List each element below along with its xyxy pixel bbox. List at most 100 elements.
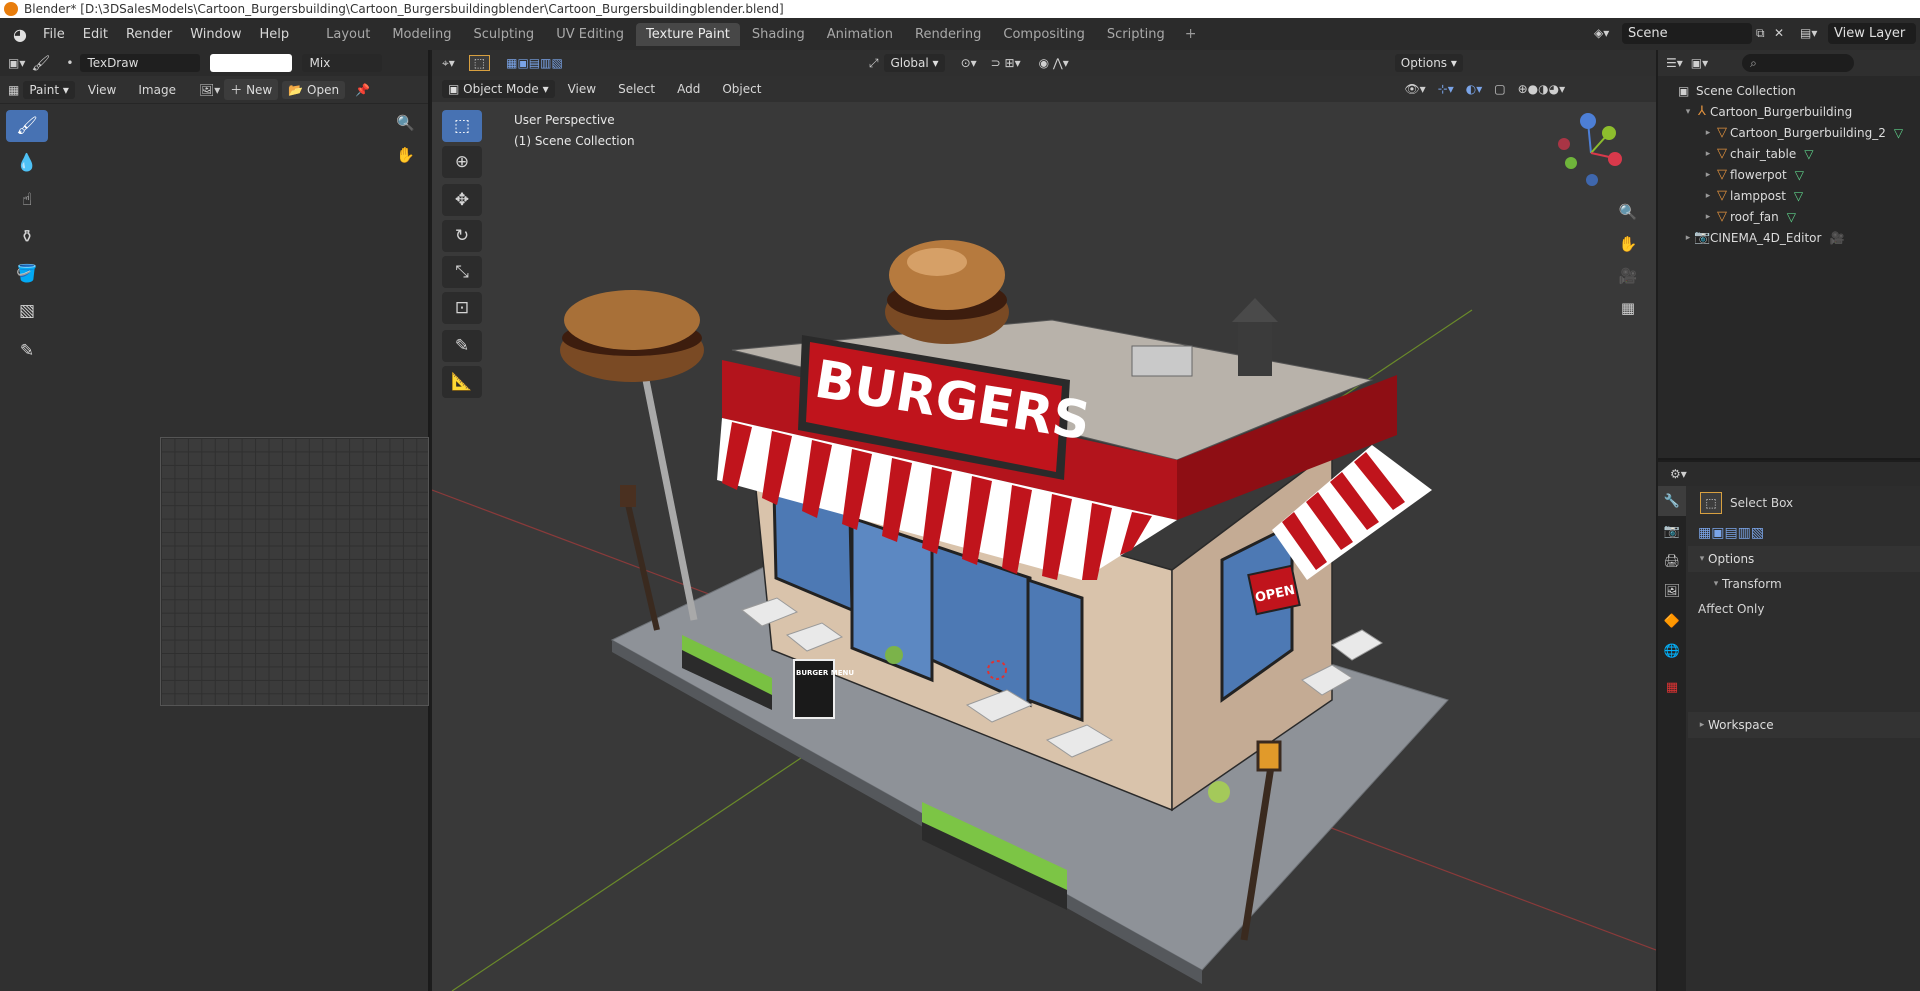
paint-mode-dropdown[interactable]: Paint ▾ — [23, 80, 75, 99]
expand-icon[interactable]: ▸ — [1702, 170, 1714, 180]
outliner-search-input[interactable]: ⌕ — [1742, 54, 1855, 72]
texture-tab-icon[interactable]: ▦ — [1658, 672, 1686, 702]
menu-help[interactable]: Help — [251, 24, 299, 45]
outliner-row-chair-table[interactable]: ▸ ▽ chair_table ▽ — [1658, 143, 1920, 164]
options-section[interactable]: ▾ Options — [1688, 546, 1920, 572]
zoom-icon[interactable]: 🔍 — [396, 114, 415, 132]
mask-tool-icon[interactable]: ▧ — [6, 295, 48, 327]
scene-tab-icon[interactable]: 🔶 — [1658, 606, 1686, 636]
outliner-row-cinema-4d-editor[interactable]: ▸ 📷 CINEMA_4D_Editor 🎥 — [1658, 227, 1920, 248]
select-box-tool-icon[interactable]: ⬚ — [442, 110, 482, 142]
proportional-edit-icon[interactable]: ◉ ⋀▾ — [1039, 56, 1069, 70]
viewport-menu-select[interactable]: Select — [609, 79, 664, 99]
options-dropdown[interactable]: Options ▾ — [1394, 54, 1463, 72]
cursor-tool-icon[interactable]: ⊕ — [442, 146, 482, 178]
brush-name-field[interactable]: TexDraw — [79, 54, 200, 72]
brush-color-swatch[interactable] — [209, 54, 292, 72]
gizmo-toggle-icon[interactable]: ⊹▾ — [1438, 82, 1454, 96]
tab-rendering[interactable]: Rendering — [905, 23, 991, 46]
object-mode-dropdown[interactable]: ▣ Object Mode ▾ — [442, 80, 555, 98]
image-canvas[interactable] — [160, 437, 429, 706]
outliner-row-cartoon-burgerbuilding-2[interactable]: ▸ ▽ Cartoon_Burgerbuilding_2 ▽ — [1658, 122, 1920, 143]
select-mode-icons[interactable]: ▦▣▤▥▧ — [506, 56, 563, 70]
soften-tool-icon[interactable]: 💧 — [6, 147, 48, 179]
tab-scripting[interactable]: Scripting — [1097, 23, 1175, 46]
tab-animation[interactable]: Animation — [817, 23, 903, 46]
view-layer-icon[interactable]: ▤▾ — [1800, 26, 1817, 40]
expand-icon[interactable]: ▸ — [1702, 191, 1714, 201]
outliner-editor-type-icon[interactable]: ☰▾ — [1666, 56, 1683, 70]
viewport-menu-object[interactable]: Object — [713, 79, 770, 99]
visibility-icon[interactable]: 👁▾ — [1404, 82, 1425, 96]
menu-edit[interactable]: Edit — [74, 24, 117, 45]
measure-tool-icon[interactable]: 📐 — [442, 366, 482, 398]
3d-viewport[interactable]: BURGERS OPEN BURGER MENU ⌖▾ ⬚ ▦▣▤▥▧ ⤢ Gl… — [432, 50, 1656, 991]
smear-tool-icon[interactable]: ☝ — [6, 184, 48, 216]
viewport-menu-add[interactable]: Add — [668, 79, 709, 99]
new-scene-icon[interactable]: ⧉ — [1756, 26, 1765, 41]
zoom-icon[interactable]: 🔍 — [1614, 198, 1642, 226]
overlay-toggle-icon[interactable]: ◐▾ — [1466, 82, 1483, 96]
navigation-gizmo[interactable] — [1546, 108, 1636, 198]
outliner-row-flowerpot[interactable]: ▸ ▽ flowerpot ▽ — [1658, 164, 1920, 185]
brush-icon[interactable]: 🖌 — [31, 54, 50, 72]
pan-hand-icon[interactable]: ✋ — [396, 146, 415, 164]
new-image-button[interactable]: ＋ New — [224, 79, 279, 100]
outliner-row-cartoon-burgerbuilding[interactable]: ▾ ⅄ Cartoon_Burgerbuilding — [1658, 101, 1920, 122]
camera-view-icon[interactable]: 🎥 — [1614, 262, 1642, 290]
expand-icon[interactable]: ▾ — [1682, 107, 1694, 117]
orientation-dropdown[interactable]: Global ▾ — [884, 54, 945, 72]
image-browse-icon[interactable]: 🖼▾ — [199, 83, 220, 97]
blend-mode-dropdown[interactable]: Mix — [301, 54, 382, 72]
open-image-button[interactable]: 📂 Open — [282, 80, 346, 99]
expand-icon[interactable]: ▸ — [1702, 149, 1714, 159]
menu-window[interactable]: Window — [181, 24, 250, 45]
viewport-menu-view[interactable]: View — [559, 79, 605, 99]
view-layer-field[interactable]: View Layer — [1828, 23, 1916, 44]
scene-selector-icon[interactable]: ◈▾ — [1594, 26, 1609, 40]
rotate-tool-icon[interactable]: ↻ — [442, 220, 482, 252]
properties-editor-type-icon[interactable]: ⚙▾ — [1670, 467, 1687, 481]
world-tab-icon[interactable]: 🌐 — [1658, 636, 1686, 666]
select-tool-icon[interactable]: ⬚ — [468, 55, 491, 71]
pan-hand-icon[interactable]: ✋ — [1614, 230, 1642, 258]
viewport-editor-type-icon[interactable]: ⌖▾ — [442, 56, 455, 71]
pivot-icon[interactable]: ⊙▾ — [961, 56, 977, 70]
snap-icon[interactable]: ⊃ ⊞▾ — [991, 56, 1021, 70]
tab-uv-editing[interactable]: UV Editing — [546, 23, 634, 46]
select-mode-buttons[interactable]: ▦▣▤▥▧ — [1688, 520, 1920, 546]
menu-image[interactable]: Image — [129, 80, 185, 100]
shading-modes-icon[interactable]: ⊕●◑◕▾ — [1518, 82, 1566, 96]
xray-icon[interactable]: ▢ — [1494, 82, 1505, 96]
scale-tool-icon[interactable]: ⤡ — [442, 256, 482, 288]
editor-type-icon[interactable]: ▣▾ — [8, 56, 25, 70]
delete-scene-icon[interactable]: ✕ — [1774, 26, 1784, 40]
tab-compositing[interactable]: Compositing — [993, 23, 1095, 46]
annotate-tool-icon[interactable]: ✎ — [442, 330, 482, 362]
tab-layout[interactable]: Layout — [316, 23, 380, 46]
expand-icon[interactable]: ▸ — [1702, 128, 1714, 138]
transform-subsection[interactable]: ▾ Transform — [1688, 572, 1920, 596]
menu-render[interactable]: Render — [117, 24, 181, 45]
expand-icon[interactable]: ▸ — [1682, 233, 1694, 243]
menu-file[interactable]: File — [34, 24, 74, 45]
tab-shading[interactable]: Shading — [742, 23, 815, 46]
fill-tool-icon[interactable]: 🪣 — [6, 258, 48, 290]
perspective-toggle-icon[interactable]: ▦ — [1614, 294, 1642, 322]
tool-tab-icon[interactable]: 🔧 — [1658, 486, 1686, 516]
move-tool-icon[interactable]: ✥ — [442, 184, 482, 216]
tab-modeling[interactable]: Modeling — [382, 23, 461, 46]
blender-menu-icon[interactable]: ◕ — [6, 23, 34, 45]
outliner-row-lamppost[interactable]: ▸ ▽ lamppost ▽ — [1658, 185, 1920, 206]
render-tab-icon[interactable]: 📷 — [1658, 516, 1686, 546]
draw-tool-icon[interactable]: 🖌 — [6, 110, 48, 142]
outliner-row-roof-fan[interactable]: ▸ ▽ roof_fan ▽ — [1658, 206, 1920, 227]
pin-icon[interactable]: 📌 — [355, 83, 370, 97]
outliner-row-scene-collection[interactable]: ▣ Scene Collection — [1658, 80, 1920, 101]
annotate-tool-icon[interactable]: ✎ — [6, 335, 48, 367]
clone-tool-icon[interactable]: ⚱ — [6, 221, 48, 253]
display-mode-icon[interactable]: ▣▾ — [1691, 56, 1708, 70]
tab-sculpting[interactable]: Sculpting — [463, 23, 544, 46]
output-tab-icon[interactable]: 🖨 — [1658, 546, 1686, 576]
expand-icon[interactable]: ▸ — [1702, 212, 1714, 222]
